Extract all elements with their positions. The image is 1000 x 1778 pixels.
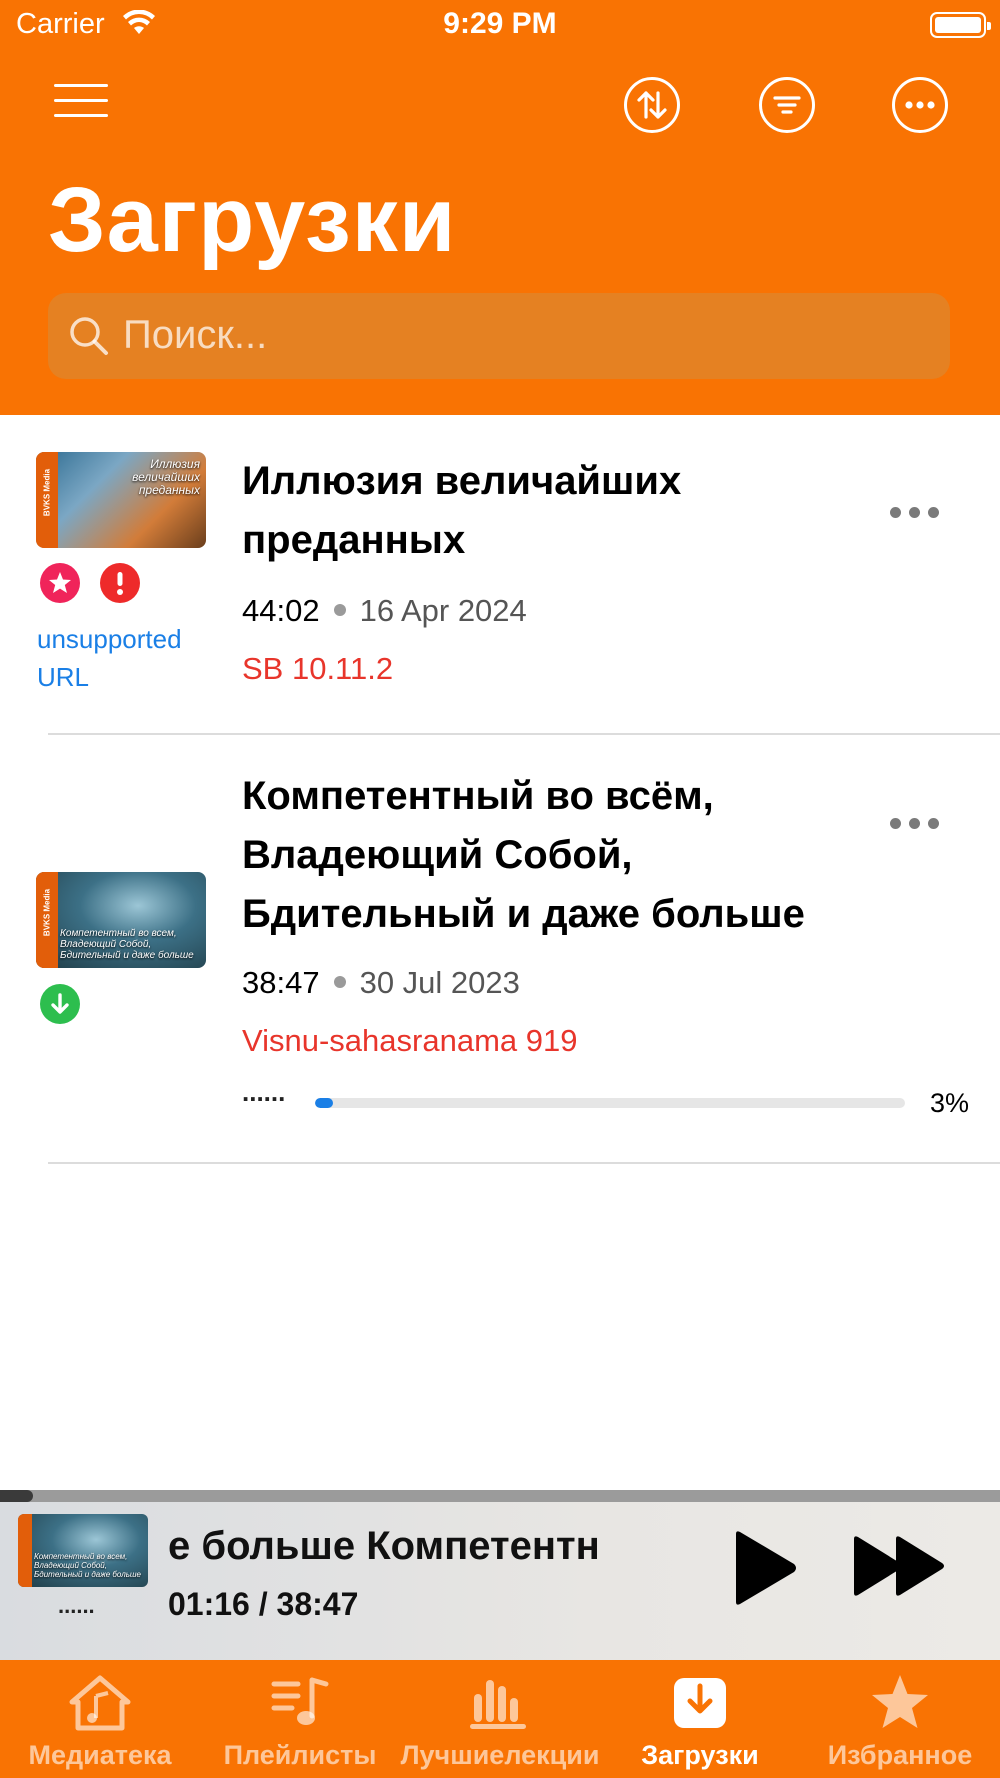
item-meta: 38:47 30 Jul 2023	[242, 965, 520, 1001]
clock: 9:29 PM	[443, 7, 557, 40]
star-icon	[872, 1675, 928, 1728]
tab-downloads[interactable]: Загрузки	[600, 1660, 800, 1778]
downloading-badge	[40, 984, 80, 1024]
player-thumbnail: Компетентный во всем, Владеющий Собой, Б…	[18, 1514, 148, 1587]
player-status-dots: ......	[58, 1593, 95, 1618]
hamburger-menu-button[interactable]	[54, 84, 108, 118]
duration: 38:47	[242, 965, 320, 1000]
player-title: е больше Компетентн	[168, 1524, 600, 1568]
divider	[48, 1162, 1000, 1164]
tab-library[interactable]: Медиатека	[0, 1660, 200, 1778]
status-text[interactable]: unsupported URL	[37, 620, 197, 696]
lecture-thumbnail: BVKS Media Иллюзия величайших преданных	[36, 452, 206, 548]
download-status-dots: ......	[242, 1077, 286, 1107]
more-options-button[interactable]	[892, 77, 948, 133]
tab-playlists[interactable]: Плейлисты	[200, 1660, 400, 1778]
item-more-button[interactable]	[890, 816, 940, 832]
date: 16 Apr 2024	[359, 593, 527, 628]
error-badge	[100, 563, 140, 603]
download-progress-bar	[315, 1098, 905, 1108]
header: Carrier 9:29 PM Загрузки Поиск...	[0, 0, 1000, 415]
home-music-icon	[69, 1675, 131, 1731]
elapsed-time: 01:16	[168, 1586, 250, 1622]
lecture-thumbnail: BVKS Media Компетентный во всем, Владеющ…	[36, 872, 206, 968]
item-more-button[interactable]	[890, 505, 940, 521]
list-item[interactable]: BVKS Media Компетентный во всем, Владеющ…	[0, 735, 1000, 1163]
filter-lines-icon	[773, 96, 801, 114]
download-arrow-icon	[51, 993, 69, 1014]
favorite-badge	[40, 563, 80, 603]
exclamation-icon	[117, 572, 123, 595]
filter-button[interactable]	[759, 77, 815, 133]
playlist-icon	[271, 1677, 329, 1725]
sort-button[interactable]	[624, 77, 680, 133]
player-time: 01:16 / 38:47	[168, 1586, 359, 1622]
item-title: Иллюзия величайших преданных	[242, 459, 682, 562]
star-icon	[49, 572, 71, 593]
ellipsis-icon	[905, 101, 935, 109]
tab-bar: Медиатека Плейлисты Лучшиелекции Загрузк…	[0, 1660, 1000, 1778]
play-button[interactable]	[730, 1530, 800, 1606]
search-field[interactable]: Поиск...	[48, 293, 950, 379]
item-reference: SB 10.11.2	[242, 651, 394, 686]
search-icon	[70, 317, 108, 355]
list-item[interactable]: BVKS Media Иллюзия величайших преданных …	[0, 415, 1000, 735]
total-time: 38:47	[276, 1586, 359, 1622]
download-percent: 3%	[930, 1088, 970, 1118]
page-title: Загрузки	[48, 169, 457, 271]
battery-icon	[930, 12, 991, 38]
sort-arrows-icon	[637, 91, 667, 119]
fast-forward-button[interactable]	[850, 1535, 950, 1597]
status-bar: Carrier 9:29 PM	[0, 0, 1000, 50]
item-title: Компетентный во всём, Владеющий Собой, Б…	[242, 774, 805, 936]
date: 30 Jul 2023	[359, 965, 520, 1000]
mini-player[interactable]: Компетентный во всем, Владеющий Собой, Б…	[0, 1490, 1000, 1660]
download-tray-icon	[674, 1678, 726, 1728]
bar-chart-icon	[470, 1680, 526, 1729]
item-meta: 44:02 16 Apr 2024	[242, 593, 527, 629]
player-title-marquee: е больше Компетентн	[168, 1524, 688, 1580]
playback-progress-bar[interactable]	[0, 1490, 1000, 1502]
tab-favorites[interactable]: Избранное	[800, 1660, 1000, 1778]
search-placeholder: Поиск...	[123, 313, 268, 357]
tab-top-lectures[interactable]: Лучшиелекции	[400, 1660, 600, 1778]
duration: 44:02	[242, 593, 320, 628]
item-reference: Visnu-sahasranama 919	[242, 1023, 578, 1058]
